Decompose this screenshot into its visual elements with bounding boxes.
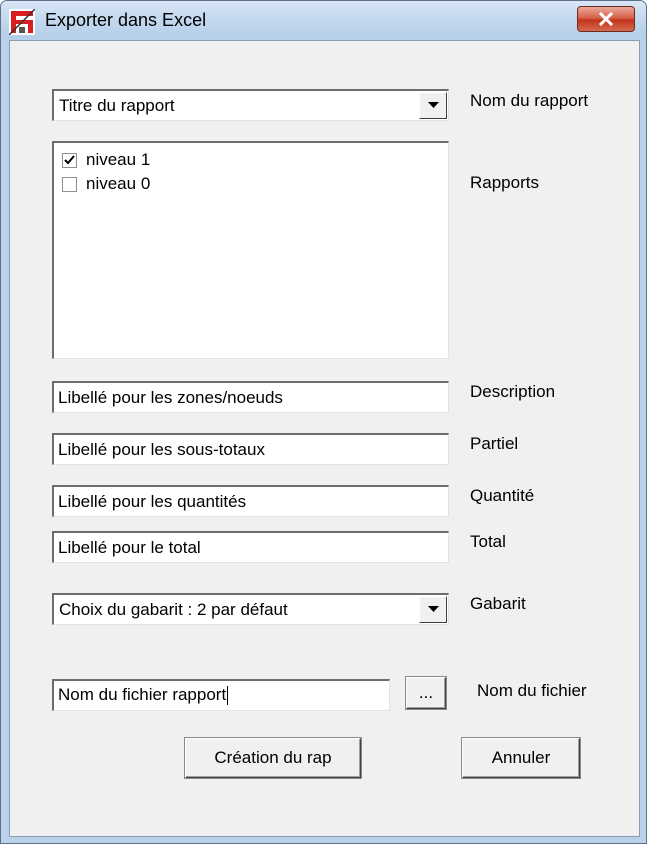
cancel-button-label: Annuler (491, 748, 551, 767)
description-label: Description (470, 382, 556, 401)
file-name-input[interactable]: Nom du fichier rapport (52, 679, 390, 711)
close-icon (598, 12, 614, 26)
chevron-down-icon (427, 102, 439, 108)
title-bar[interactable]: Exporter dans Excel (1, 1, 646, 39)
template-dropdown-button[interactable] (419, 596, 447, 623)
checkbox-niveau-0[interactable] (62, 176, 77, 192)
partial-label: Partiel (470, 434, 519, 453)
total-input[interactable] (52, 531, 449, 563)
window-title: Exporter dans Excel (45, 10, 207, 30)
list-item-niveau-1[interactable]: niveau 1 (62, 149, 150, 171)
reports-label: Rapports (470, 173, 539, 192)
report-name-label: Nom du rapport (470, 91, 589, 110)
text-caret (227, 686, 229, 706)
reports-listbox[interactable]: niveau 1 niveau 0 (52, 141, 449, 359)
checkbox-niveau-1[interactable] (62, 152, 77, 168)
browse-button[interactable]: ... (406, 677, 446, 709)
checkmark-icon (64, 155, 75, 165)
report-name-dropdown-button[interactable] (419, 92, 447, 119)
create-report-button[interactable]: Création du rap (185, 738, 361, 778)
browse-button-label: ... (418, 683, 434, 702)
create-report-button-label: Création du rap (214, 748, 332, 767)
list-item-label: niveau 1 (86, 150, 151, 169)
quantity-label: Quantité (470, 486, 535, 505)
quantity-input[interactable] (52, 485, 449, 517)
file-name-value: Nom du fichier rapport (58, 685, 227, 704)
dialog-body: Titre du rapport Nom du rapport niveau 1… (9, 40, 640, 837)
list-item-label: niveau 0 (86, 174, 151, 193)
template-combo[interactable]: Choix du gabarit : 2 par défaut (52, 593, 449, 625)
template-label: Gabarit (470, 594, 526, 613)
partial-input[interactable] (52, 433, 449, 465)
list-item-niveau-0[interactable]: niveau 0 (62, 173, 150, 195)
total-label: Total (470, 532, 506, 551)
app-icon (9, 9, 35, 35)
close-button[interactable] (577, 6, 635, 32)
report-name-combo[interactable]: Titre du rapport (52, 89, 449, 121)
file-name-label: Nom du fichier (477, 681, 587, 700)
dialog-window: Exporter dans Excel Titre du rapport Nom… (0, 0, 647, 844)
report-name-value: Titre du rapport (59, 96, 175, 115)
cancel-button[interactable]: Annuler (462, 738, 580, 778)
chevron-down-icon (427, 606, 439, 612)
template-value: Choix du gabarit : 2 par défaut (59, 600, 288, 619)
description-input[interactable] (52, 381, 449, 413)
